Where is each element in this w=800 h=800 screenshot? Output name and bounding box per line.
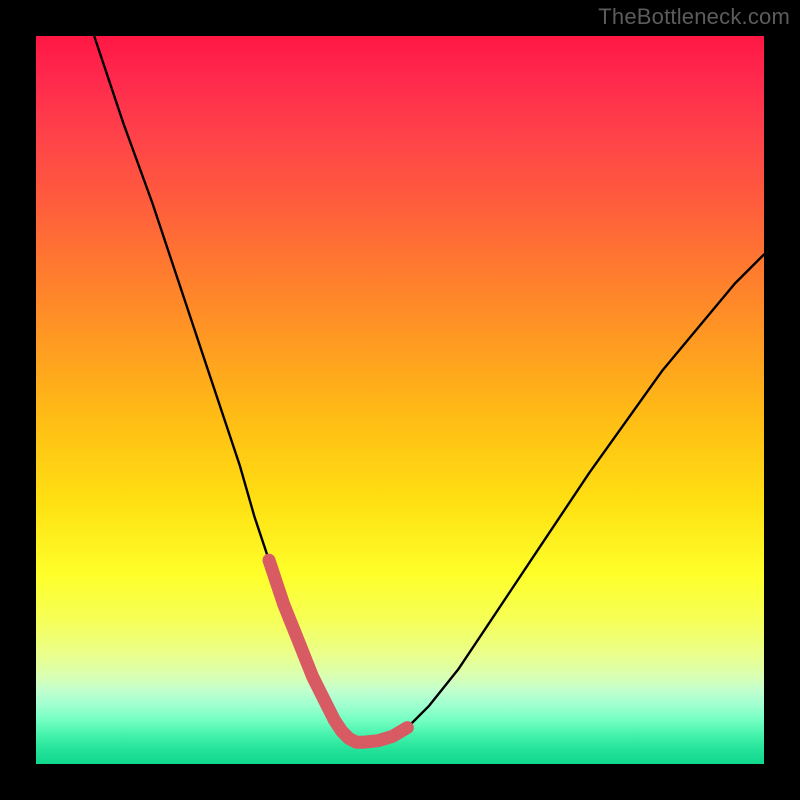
highlight-segment bbox=[269, 560, 407, 742]
plot-area bbox=[36, 36, 764, 764]
stage: TheBottleneck.com bbox=[0, 0, 800, 800]
curve-svg bbox=[36, 36, 764, 764]
main-curve bbox=[94, 36, 764, 742]
watermark-text: TheBottleneck.com bbox=[598, 4, 790, 30]
